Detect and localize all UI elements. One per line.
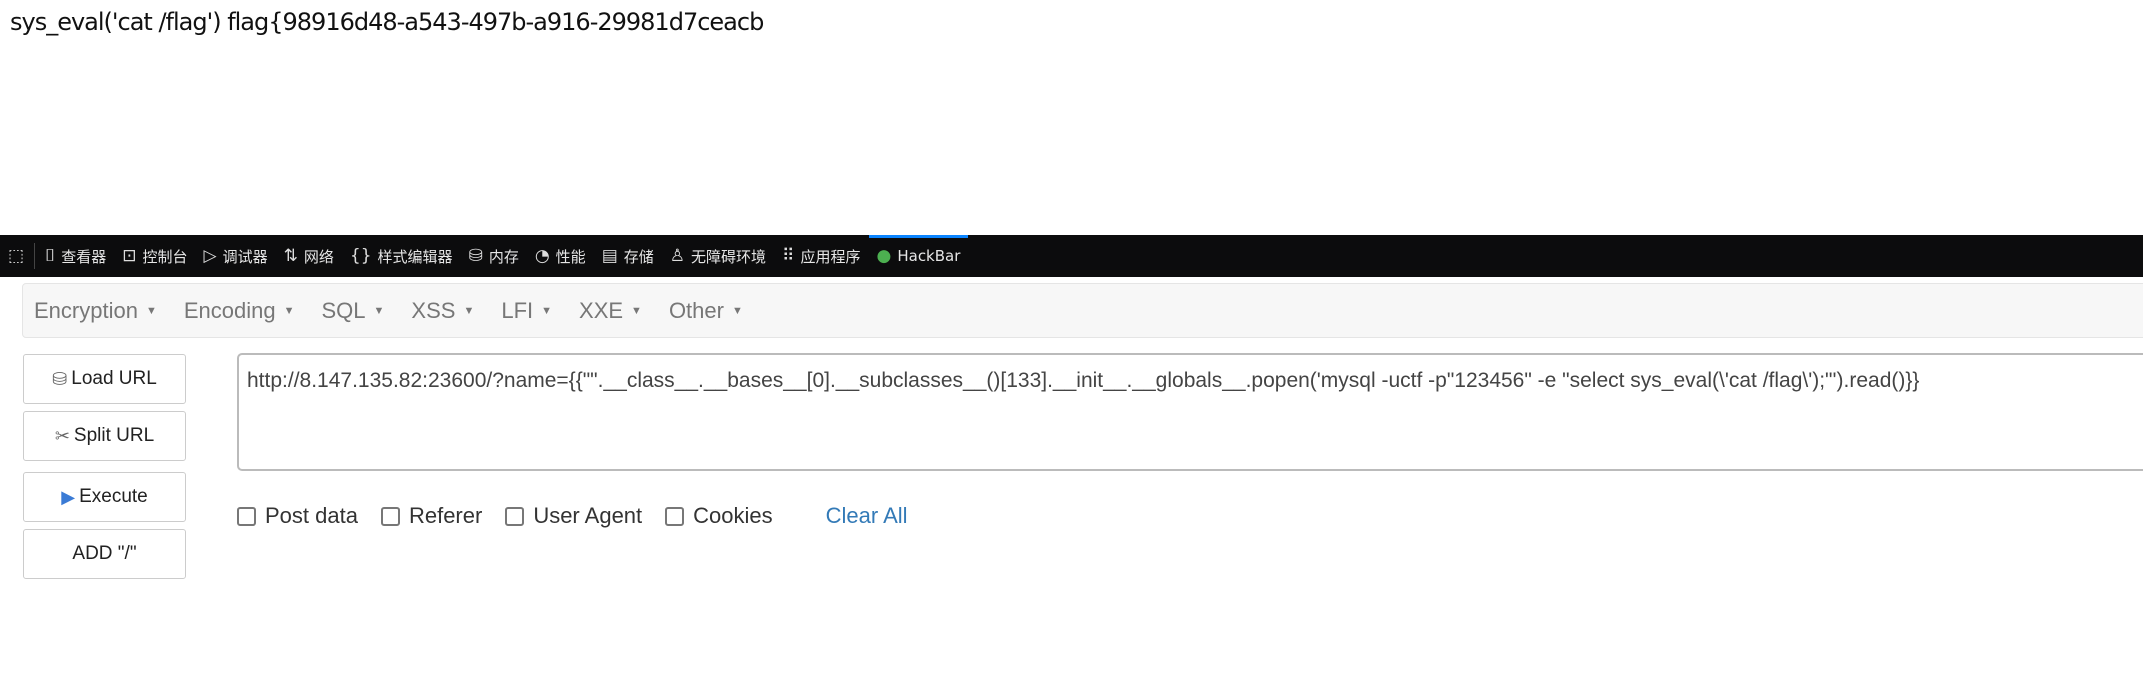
menu-label: Other bbox=[668, 297, 724, 323]
application-icon: ⠿ bbox=[782, 246, 795, 266]
menu-label: LFI bbox=[501, 297, 534, 323]
menu-label: SQL bbox=[321, 297, 366, 323]
clear-all-link[interactable]: Clear All bbox=[826, 503, 908, 529]
performance-icon: ◔ bbox=[534, 246, 550, 266]
execute-button[interactable]: ▶ Execute bbox=[23, 472, 186, 522]
add-slash-label: ADD "/" bbox=[72, 543, 137, 564]
devtools-tab-network[interactable]: ⇅ 网络 bbox=[276, 235, 342, 277]
checkbox-box[interactable] bbox=[380, 506, 400, 526]
menu-label: XSS bbox=[411, 297, 456, 323]
post-data-checkbox[interactable]: Post data bbox=[237, 503, 358, 529]
devtools-tab-label: HackBar bbox=[897, 247, 961, 265]
devtools-tab-label: 调试器 bbox=[222, 247, 268, 266]
devtools-tab-storage[interactable]: ▤ 存储 bbox=[594, 235, 662, 277]
caret-down-icon: ▼ bbox=[541, 304, 553, 317]
add-slash-button[interactable]: ADD "/" bbox=[23, 529, 186, 579]
caret-down-icon: ▼ bbox=[145, 304, 157, 317]
option-label: User Agent bbox=[533, 503, 643, 528]
style-editor-icon: {} bbox=[349, 246, 372, 266]
caret-down-icon: ▼ bbox=[373, 304, 385, 317]
devtools-tab-label: 查看器 bbox=[61, 247, 107, 266]
devtools-tab-inspector[interactable]: ⌷ 查看器 bbox=[37, 235, 114, 277]
network-icon: ⇅ bbox=[283, 246, 298, 266]
devtools-tab-application[interactable]: ⠿ 应用程序 bbox=[774, 235, 868, 277]
devtools-tab-label: 性能 bbox=[555, 247, 586, 266]
debugger-icon: ▷ bbox=[203, 246, 217, 266]
page-output: sys_eval('cat /flag') flag{98916d48-a543… bbox=[10, 8, 764, 36]
menu-lfi[interactable]: LFI ▼ bbox=[501, 298, 552, 324]
url-input[interactable]: http://8.147.135.82:23600/?name={{"".__c… bbox=[237, 353, 2143, 471]
hackbar-icon: ● bbox=[876, 246, 892, 266]
cookies-checkbox[interactable]: Cookies bbox=[665, 503, 773, 529]
devtools-tab-label: 存储 bbox=[623, 247, 654, 266]
split-url-button[interactable]: ✂ Split URL bbox=[23, 411, 186, 461]
options-row: Post data Referer User Agent Cookies Cle… bbox=[237, 503, 908, 529]
option-label: Referer bbox=[408, 503, 483, 528]
devtools-tab-label: 样式编辑器 bbox=[377, 247, 453, 266]
devtools-tab-label: 网络 bbox=[303, 247, 334, 266]
menu-sql[interactable]: SQL ▼ bbox=[321, 298, 384, 324]
devtools-tab-label: 内存 bbox=[488, 247, 519, 266]
menu-encryption[interactable]: Encryption ▼ bbox=[34, 298, 157, 324]
scissors-icon: ✂ bbox=[54, 425, 70, 446]
storage-icon: ▤ bbox=[601, 246, 618, 266]
caret-down-icon: ▼ bbox=[631, 304, 642, 317]
user-agent-checkbox[interactable]: User Agent bbox=[505, 503, 642, 529]
referer-checkbox[interactable]: Referer bbox=[380, 503, 483, 529]
checkbox-box[interactable] bbox=[237, 506, 256, 526]
menu-xxe[interactable]: XXE ▼ bbox=[579, 298, 642, 324]
execute-label: Execute bbox=[79, 486, 148, 507]
devtools-tab-label: 控制台 bbox=[142, 247, 188, 266]
accessibility-icon: ♙ bbox=[669, 246, 686, 266]
play-icon: ▶ bbox=[61, 486, 76, 507]
split-url-label: Split URL bbox=[73, 425, 155, 446]
element-picker-button[interactable]: ⬚ bbox=[0, 235, 32, 277]
inspector-icon: ⌷ bbox=[45, 246, 56, 266]
devtools-tab-hackbar[interactable]: ● HackBar bbox=[868, 235, 969, 277]
checkbox-box[interactable] bbox=[665, 506, 685, 526]
menu-xss[interactable]: XSS ▼ bbox=[411, 298, 474, 324]
option-label: Cookies bbox=[693, 503, 773, 528]
devtools-tab-label: 无障碍环境 bbox=[691, 247, 767, 266]
devtools-tab-console[interactable]: ⊡ 控制台 bbox=[114, 235, 195, 277]
menu-label: Encryption bbox=[34, 297, 138, 323]
hackbar-menu: Encryption ▼ Encoding ▼ SQL ▼ XSS ▼ LFI ▼ XXE ▼ Othe… bbox=[22, 283, 2143, 338]
devtools-tab-memory[interactable]: ⛁ 内存 bbox=[461, 235, 527, 277]
menu-encoding[interactable]: Encoding ▼ bbox=[184, 298, 295, 324]
menu-label: Encoding bbox=[183, 297, 276, 323]
menu-other[interactable]: Other ▼ bbox=[669, 298, 743, 324]
memory-icon: ⛁ bbox=[468, 246, 483, 266]
load-url-button[interactable]: ⛁ Load URL bbox=[23, 354, 186, 404]
console-icon: ⊡ bbox=[122, 246, 137, 266]
pick-element-icon: ⬚ bbox=[8, 246, 25, 266]
devtools-tab-performance[interactable]: ◔ 性能 bbox=[527, 235, 594, 277]
menu-label: XXE bbox=[579, 297, 624, 323]
divider bbox=[34, 243, 36, 269]
caret-down-icon: ▼ bbox=[731, 304, 743, 317]
load-url-label: Load URL bbox=[71, 368, 157, 389]
caret-down-icon: ▼ bbox=[283, 304, 295, 317]
load-icon: ⛁ bbox=[52, 368, 68, 389]
devtools-tab-label: 应用程序 bbox=[800, 247, 861, 266]
checkbox-box[interactable] bbox=[505, 506, 525, 526]
option-label: Post data bbox=[265, 503, 358, 528]
devtools-tab-style-editor[interactable]: {} 样式编辑器 bbox=[342, 235, 461, 277]
devtools-tab-debugger[interactable]: ▷ 调试器 bbox=[196, 235, 276, 277]
caret-down-icon: ▼ bbox=[463, 304, 475, 317]
devtools-tab-accessibility[interactable]: ♙ 无障碍环境 bbox=[662, 235, 774, 277]
devtools-toolbar: ⬚ ⌷ 查看器 ⊡ 控制台 ▷ 调试器 ⇅ 网络 {} 样式编辑器 ⛁ 内存 ◔ 性能 ▤ 存储 ♙ 无障碍环境 ⠿… bbox=[0, 235, 2143, 277]
